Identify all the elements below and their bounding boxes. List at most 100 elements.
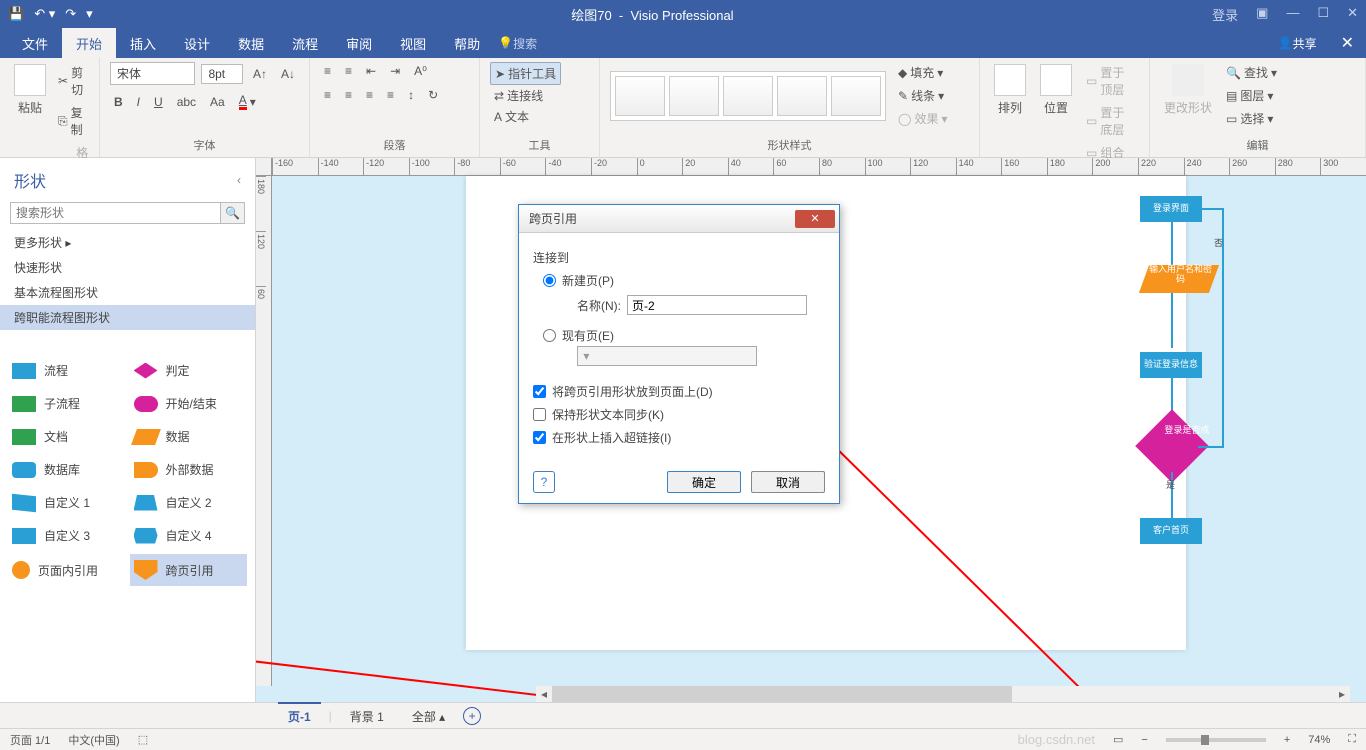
existing-page-radio[interactable] <box>543 329 556 342</box>
shape-custom3[interactable]: 自定义 3 <box>8 521 126 550</box>
position-button[interactable]: 位置 <box>1036 62 1076 163</box>
bring-front-button[interactable]: ▭ 置于顶层 <box>1082 62 1139 100</box>
underline-button[interactable]: U <box>150 93 167 111</box>
rotate-text-icon[interactable]: ↻ <box>424 86 442 104</box>
collapse-panel-icon[interactable]: ‹ <box>237 173 241 187</box>
decrease-font-icon[interactable]: A↓ <box>277 65 299 83</box>
arrange-button[interactable]: 排列 <box>990 62 1030 163</box>
save-icon[interactable]: 💾 <box>8 6 24 22</box>
tab-view[interactable]: 视图 <box>386 28 440 58</box>
copy-button[interactable]: ⎘ 复制 <box>54 102 92 140</box>
help-button[interactable]: ? <box>533 471 555 493</box>
maximize-icon[interactable]: ☐ <box>1317 5 1329 24</box>
shape-document[interactable]: 文档 <box>8 422 126 451</box>
clear-formatting-icon[interactable]: A⁰ <box>410 62 431 80</box>
style-preview[interactable] <box>777 76 827 116</box>
character-spacing-button[interactable]: Aa <box>206 93 229 111</box>
minimize-icon[interactable]: — <box>1286 5 1299 24</box>
zoom-out-icon[interactable]: − <box>1141 734 1147 746</box>
sync-text-checkbox[interactable] <box>533 408 546 421</box>
justify-icon[interactable]: ≡ <box>383 86 398 104</box>
connector-tool-button[interactable]: ⇄ 连接线 <box>490 85 547 106</box>
font-name-combo[interactable]: 宋体 <box>110 62 195 85</box>
pointer-tool-button[interactable]: ➤ 指针工具 <box>490 62 561 85</box>
flowchart-login-ui[interactable]: 登录界面 <box>1140 196 1202 222</box>
strikethrough-button[interactable]: abc <box>173 93 200 111</box>
connector[interactable] <box>1171 222 1173 266</box>
shape-startend[interactable]: 开始/结束 <box>130 389 248 418</box>
style-preview[interactable] <box>615 76 665 116</box>
shape-decision[interactable]: 判定 <box>130 356 248 385</box>
font-color-button[interactable]: A ▾ <box>235 91 260 112</box>
shape-custom4[interactable]: 自定义 4 <box>130 521 248 550</box>
zoom-slider[interactable] <box>1166 738 1266 742</box>
tab-review[interactable]: 审阅 <box>332 28 386 58</box>
zoom-level[interactable]: 74% <box>1308 734 1330 746</box>
presentation-mode-icon[interactable]: ▭ <box>1113 733 1123 746</box>
login-link[interactable]: 登录 <box>1212 5 1238 24</box>
connector[interactable] <box>1171 293 1173 348</box>
more-shapes-category[interactable]: 更多形状 ▸ <box>0 230 255 255</box>
language-indicator[interactable]: 中文(中国) <box>68 732 119 748</box>
select-button[interactable]: ▭ 选择 ▾ <box>1222 108 1281 129</box>
increase-font-icon[interactable]: A↑ <box>249 65 271 83</box>
scroll-left-icon[interactable]: ◂ <box>536 686 552 702</box>
ribbon-options-icon[interactable]: ▣ <box>1256 5 1268 24</box>
tab-file[interactable]: 文件 <box>8 28 62 58</box>
scroll-right-icon[interactable]: ▸ <box>1334 686 1350 702</box>
style-preview[interactable] <box>723 76 773 116</box>
hyperlink-checkbox[interactable] <box>533 431 546 444</box>
indent-increase-icon[interactable]: ⇥ <box>386 62 404 80</box>
shape-subprocess[interactable]: 子流程 <box>8 389 126 418</box>
search-icon[interactable]: 🔍 <box>221 202 245 224</box>
collapse-ribbon-icon[interactable]: ✕ <box>1329 33 1366 53</box>
tab-design[interactable]: 设计 <box>170 28 224 58</box>
flowchart-verify[interactable]: 验证登录信息 <box>1140 352 1202 378</box>
shape-process[interactable]: 流程 <box>8 356 126 385</box>
indent-decrease-icon[interactable]: ⇤ <box>362 62 380 80</box>
style-preview[interactable] <box>669 76 719 116</box>
page-name-input[interactable] <box>627 295 807 315</box>
zoom-in-icon[interactable]: + <box>1284 734 1290 746</box>
line-button[interactable]: ✎ 线条 ▾ <box>894 85 951 106</box>
numbering-icon[interactable]: ≡ <box>341 62 356 80</box>
page-indicator[interactable]: 页面 1/1 <box>10 732 50 748</box>
horizontal-scrollbar[interactable]: ◂ ▸ <box>536 686 1350 702</box>
shape-custom2[interactable]: 自定义 2 <box>130 488 248 517</box>
shape-onpage-ref[interactable]: 页面内引用 <box>8 554 126 586</box>
quick-shapes-category[interactable]: 快速形状 <box>0 255 255 280</box>
style-preview[interactable] <box>831 76 881 116</box>
fit-page-icon[interactable]: ⛶ <box>1348 733 1356 746</box>
flowchart-home[interactable]: 客户首页 <box>1140 518 1202 544</box>
change-shape-button[interactable]: 更改形状 <box>1160 62 1216 129</box>
tab-insert[interactable]: 插入 <box>116 28 170 58</box>
align-center-icon[interactable]: ≡ <box>341 86 356 104</box>
bold-button[interactable]: B <box>110 93 127 111</box>
layers-button[interactable]: ▤ 图层 ▾ <box>1222 85 1281 106</box>
scrollbar-thumb[interactable] <box>552 686 1012 702</box>
add-page-button[interactable]: + <box>463 707 481 725</box>
align-right-icon[interactable]: ≡ <box>362 86 377 104</box>
tab-data[interactable]: 数据 <box>224 28 278 58</box>
tab-help[interactable]: 帮助 <box>440 28 494 58</box>
align-left-icon[interactable]: ≡ <box>320 86 335 104</box>
place-shape-checkbox[interactable] <box>533 385 546 398</box>
page-tab-1[interactable]: 页-1 <box>278 702 321 729</box>
tab-process[interactable]: 流程 <box>278 28 332 58</box>
text-tool-button[interactable]: A 文本 <box>490 106 533 127</box>
cut-button[interactable]: ✂ 剪切 <box>54 62 92 100</box>
new-page-radio[interactable] <box>543 274 556 287</box>
close-icon[interactable]: ✕ <box>1347 5 1358 24</box>
search-shapes-input[interactable] <box>10 202 221 224</box>
page-tab-background[interactable]: 背景 1 <box>340 702 394 729</box>
basic-flowchart-category[interactable]: 基本流程图形状 <box>0 280 255 305</box>
undo-icon[interactable]: ↶ ▾ <box>34 6 55 22</box>
shape-custom1[interactable]: 自定义 1 <box>8 488 126 517</box>
flowchart-decision[interactable]: 登录是否成 <box>1146 420 1198 472</box>
ok-button[interactable]: 确定 <box>667 471 741 493</box>
effects-button[interactable]: ◯ 效果 ▾ <box>894 108 951 129</box>
shape-data[interactable]: 数据 <box>130 422 248 451</box>
line-spacing-icon[interactable]: ↕ <box>404 86 418 104</box>
redo-icon[interactable]: ↷ <box>65 6 76 22</box>
share-button[interactable]: 👤 共享 <box>1266 35 1329 52</box>
